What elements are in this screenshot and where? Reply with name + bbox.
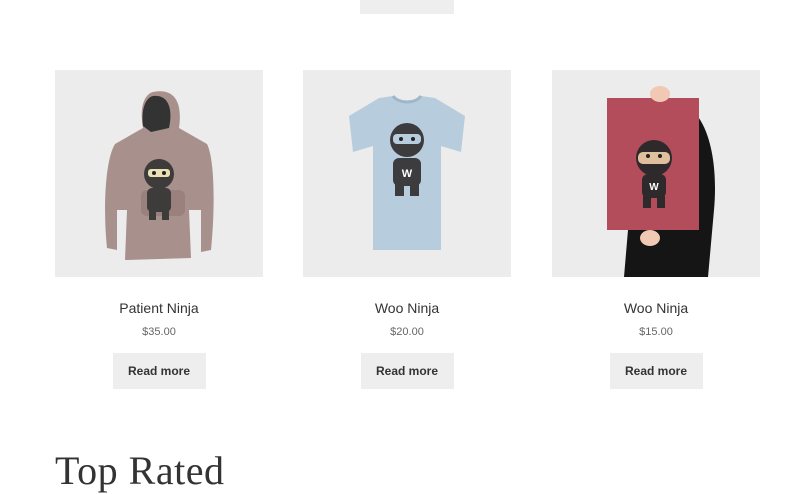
svg-text:W: W: [649, 182, 659, 193]
product-image-poster[interactable]: W: [552, 70, 760, 277]
read-more-button[interactable]: Read more: [609, 353, 703, 389]
product-card: W Woo Ninja $15.00 Read more: [552, 70, 760, 389]
product-card: W Woo Ninja $20.00 Read more: [303, 70, 511, 389]
read-more-button[interactable]: Read more: [360, 0, 454, 14]
product-price: $15.00: [639, 326, 673, 338]
product-title[interactable]: Woo Ninja: [303, 300, 511, 316]
product-card: Patient Ninja $35.00 Read more: [55, 70, 263, 389]
section-heading: Top Rated: [55, 448, 225, 493]
read-more-button[interactable]: Read more: [360, 353, 454, 389]
read-more-button[interactable]: Read more: [112, 353, 206, 389]
product-price: $35.00: [142, 326, 176, 338]
svg-text:W: W: [402, 168, 413, 180]
product-image-tshirt[interactable]: W: [303, 70, 511, 277]
product-price: $20.00: [390, 326, 424, 338]
product-title[interactable]: Patient Ninja: [55, 300, 263, 316]
product-title[interactable]: Woo Ninja: [552, 300, 760, 316]
product-image-hoodie[interactable]: [55, 70, 263, 277]
